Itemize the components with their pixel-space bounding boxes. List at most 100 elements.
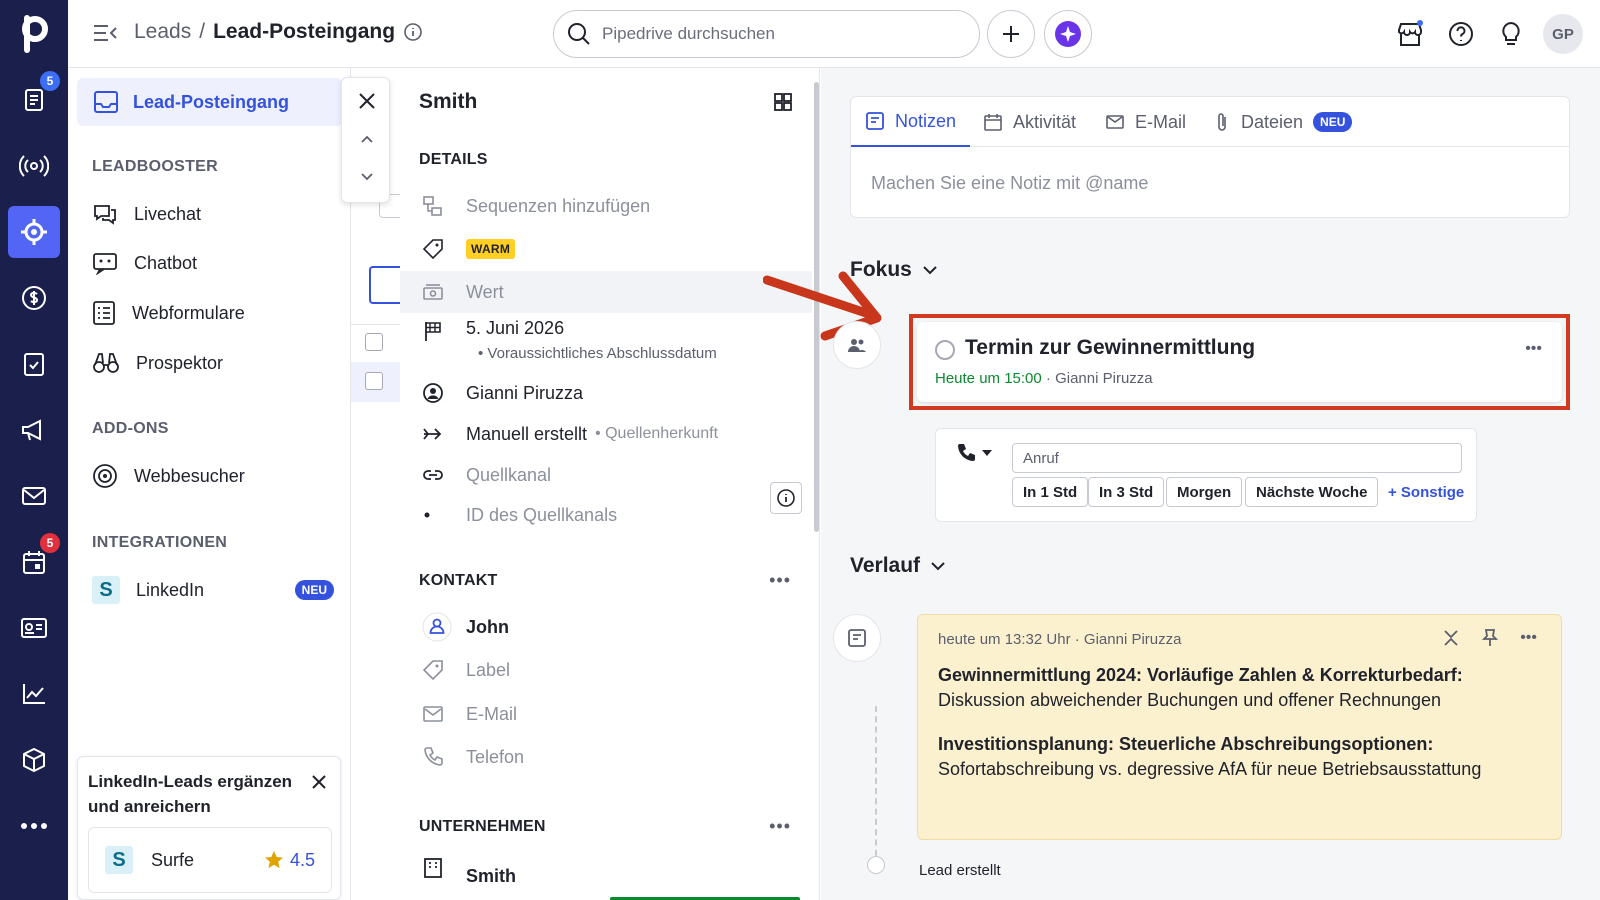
owner-row[interactable]: Gianni Piruzza bbox=[400, 372, 812, 414]
breadcrumb-leads-link[interactable]: Leads bbox=[134, 20, 191, 44]
right-scrollbar[interactable] bbox=[1586, 68, 1600, 900]
rail-mail-button[interactable] bbox=[8, 470, 60, 522]
megaphone-icon bbox=[20, 417, 48, 443]
warm-label: WARM bbox=[466, 239, 516, 259]
note-history-icon bbox=[833, 614, 881, 662]
close-icon[interactable] bbox=[342, 92, 391, 110]
contact-name-row[interactable]: John bbox=[400, 606, 812, 648]
section-addons: ADD-ONS bbox=[92, 420, 169, 437]
lightbulb-icon[interactable] bbox=[1496, 19, 1526, 49]
sidemenu-item-label: Webbesucher bbox=[134, 465, 245, 486]
source-origin-row[interactable]: Manuell erstellt • Quellenherkunft bbox=[400, 413, 812, 455]
new-badge: NEU bbox=[294, 580, 334, 600]
quick-tomorrow-button[interactable]: Morgen bbox=[1166, 477, 1243, 507]
sidemenu-item-lead-inbox[interactable]: Lead-Posteingang bbox=[77, 78, 342, 126]
source-origin-sub-text: Quellenherkunft bbox=[605, 425, 719, 442]
quick-next-week-button[interactable]: Nächste Woche bbox=[1245, 477, 1379, 507]
calendar-icon bbox=[22, 549, 46, 575]
company-more-icon[interactable]: ••• bbox=[769, 816, 791, 837]
rail-activities-button[interactable]: 5 bbox=[8, 533, 60, 588]
label-row[interactable]: WARM bbox=[400, 228, 812, 270]
contact-label-row[interactable]: Label bbox=[400, 649, 812, 691]
tag-icon bbox=[400, 659, 466, 681]
activity-subject-input[interactable]: Anruf bbox=[1012, 443, 1462, 473]
contact-phone-row[interactable]: Telefon bbox=[400, 736, 812, 778]
company-row[interactable]: Smith bbox=[400, 856, 812, 884]
tab-activity[interactable]: Aktivität bbox=[969, 97, 1090, 147]
sidemenu-item-chatbot[interactable]: Chatbot bbox=[92, 245, 342, 281]
leads-side-menu: Lead-Posteingang LEADBOOSTER Livechat Ch… bbox=[68, 68, 351, 900]
quick-in-3h-button[interactable]: In 3 Std bbox=[1088, 477, 1165, 507]
promo-title: LinkedIn-Leads ergänzen und anreichern bbox=[88, 772, 293, 816]
lead-details-panel: Smith DETAILS Sequenzen hinzufügen WARM … bbox=[400, 68, 820, 900]
sidemenu-item-linkedin[interactable]: S LinkedIn NEU bbox=[92, 572, 342, 608]
contact-name: John bbox=[466, 616, 509, 637]
list-row-checkbox[interactable] bbox=[365, 333, 383, 351]
info-icon[interactable] bbox=[403, 22, 423, 42]
inbox-icon bbox=[93, 89, 119, 115]
note-input[interactable]: Machen Sie eine Notiz mit @name bbox=[871, 173, 1148, 194]
sidemenu-item-label: Livechat bbox=[134, 203, 202, 224]
rail-deals-button[interactable] bbox=[8, 272, 60, 324]
quick-in-1h-button[interactable]: In 1 Std bbox=[1012, 477, 1089, 507]
user-avatar[interactable]: GP bbox=[1543, 14, 1583, 54]
list-selected-control bbox=[369, 266, 401, 304]
chevron-up-icon[interactable] bbox=[342, 134, 391, 144]
clipboard-check-icon bbox=[22, 351, 46, 377]
note-more-icon[interactable]: ••• bbox=[1520, 629, 1537, 647]
pin-icon[interactable] bbox=[1482, 629, 1499, 647]
value-row[interactable]: Wert bbox=[400, 271, 812, 313]
source-channel-row[interactable]: Quellkanal bbox=[400, 454, 812, 496]
tab-notes[interactable]: Notizen bbox=[851, 97, 971, 147]
main-nav-rail: 5 5 bbox=[0, 0, 68, 900]
sidemenu-item-livechat[interactable]: Livechat bbox=[92, 196, 342, 232]
promo-rating: 4.5 bbox=[264, 850, 315, 871]
source-origin-sub: • Quellenherkunft bbox=[595, 425, 719, 442]
rail-tasks-button[interactable] bbox=[8, 338, 60, 390]
promo-app-card[interactable]: S Surfe 4.5 bbox=[88, 827, 332, 893]
rail-products-button[interactable] bbox=[8, 734, 60, 786]
menu-toggle-icon[interactable] bbox=[92, 22, 118, 44]
sidemenu-item-webforms[interactable]: Webformulare bbox=[92, 295, 342, 331]
ai-assistant-button[interactable] bbox=[1044, 10, 1092, 58]
rail-contacts-button[interactable] bbox=[8, 602, 60, 654]
caret-down-icon bbox=[982, 450, 992, 456]
search-input[interactable]: Pipedrive durchsuchen bbox=[553, 10, 980, 58]
close-icon[interactable] bbox=[310, 773, 328, 791]
pipedrive-logo[interactable] bbox=[0, 12, 68, 56]
help-icon[interactable] bbox=[1446, 19, 1476, 49]
marketplace-icon[interactable] bbox=[1395, 19, 1425, 49]
rail-more-button[interactable] bbox=[8, 800, 60, 852]
rail-marketing-button[interactable] bbox=[8, 404, 60, 456]
tab-email[interactable]: E-Mail bbox=[1091, 97, 1200, 147]
source-channel-id-row[interactable]: ID des Quellkanals bbox=[400, 494, 812, 536]
list-row-checkbox[interactable] bbox=[365, 372, 383, 390]
rail-insights-button[interactable] bbox=[8, 668, 60, 720]
close-date-row[interactable]: 5. Juni 2026 • Voraussichtliches Abschlu… bbox=[400, 314, 812, 370]
quick-other-button[interactable]: + Sonstige bbox=[1384, 477, 1469, 507]
close-date-sub: • Voraussichtliches Abschlussdatum bbox=[478, 345, 717, 362]
rail-campaigns-button[interactable] bbox=[8, 140, 60, 192]
sidemenu-item-web-visitors[interactable]: Webbesucher bbox=[92, 458, 342, 494]
rail-leads-button[interactable]: 5 bbox=[8, 71, 60, 126]
channel-link-icon bbox=[400, 464, 466, 486]
collapse-icon[interactable] bbox=[1442, 629, 1460, 647]
chevron-down-icon[interactable] bbox=[342, 172, 391, 182]
note-paragraph-1: Gewinnermittlung 2024: Vorläufige Zahlen… bbox=[938, 663, 1543, 713]
quick-add-button[interactable] bbox=[987, 10, 1035, 58]
tab-files[interactable]: Dateien NEU bbox=[1199, 97, 1366, 147]
grid-icon[interactable] bbox=[773, 92, 793, 112]
note-p1-text: Diskussion abweichender Buchungen und of… bbox=[938, 690, 1442, 710]
top-header: Leads / Lead-Posteingang Pipedrive durch… bbox=[68, 0, 1600, 68]
sidemenu-item-prospector[interactable]: Prospektor bbox=[92, 345, 342, 381]
history-heading[interactable]: Verlauf bbox=[850, 554, 946, 578]
activity-type-dropdown[interactable] bbox=[956, 443, 992, 463]
add-sequences-row[interactable]: Sequenzen hinzufügen bbox=[400, 185, 812, 227]
contact-email-row[interactable]: E-Mail bbox=[400, 693, 812, 735]
history-note-card[interactable]: heute um 13:32 Uhr · Gianni Piruzza ••• … bbox=[917, 614, 1562, 840]
mail-icon bbox=[21, 485, 47, 507]
activity-pane: Notizen Aktivität E-Mail Dateien NEU Mac… bbox=[763, 68, 1600, 900]
mail-icon bbox=[1105, 113, 1125, 131]
rail-target-button[interactable] bbox=[8, 206, 60, 258]
contact-more-icon[interactable]: ••• bbox=[769, 570, 791, 591]
